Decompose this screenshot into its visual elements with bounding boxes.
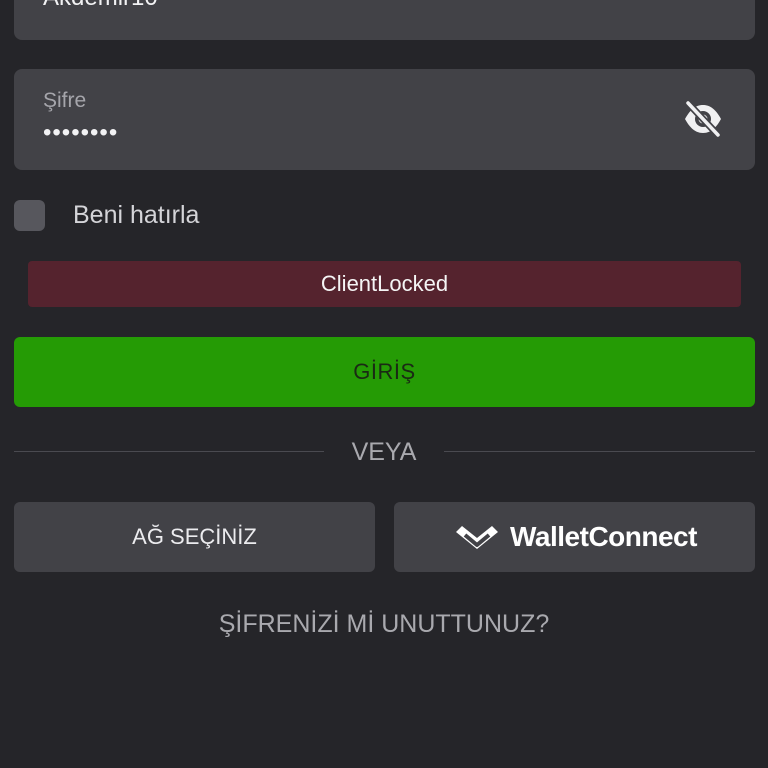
error-banner: ClientLocked: [28, 261, 741, 307]
remember-checkbox[interactable]: [14, 199, 45, 231]
select-network-label: AĞ SEÇİNİZ: [132, 524, 257, 549]
login-button[interactable]: GİRİŞ: [14, 337, 755, 407]
walletconnect-icon: [456, 526, 499, 549]
divider-label: VEYA: [351, 438, 417, 466]
password-field[interactable]: Şifre ••••••••: [14, 69, 755, 170]
password-value: ••••••••: [43, 119, 119, 146]
eye-slash-icon[interactable]: [683, 99, 723, 139]
remember-me[interactable]: Beni hatırla: [14, 199, 199, 231]
password-label: Şifre: [43, 89, 87, 112]
login-button-label: GİRİŞ: [353, 359, 416, 384]
divider-line-left: [14, 451, 324, 452]
walletconnect-button[interactable]: WalletConnect: [394, 502, 755, 572]
divider-line-right: [444, 451, 755, 452]
username-field[interactable]: Akdemir10: [14, 0, 755, 40]
username-value: Akdemir10: [43, 0, 158, 13]
select-network-button[interactable]: AĞ SEÇİNİZ: [14, 502, 375, 572]
login-screen: Akdemir10 Şifre •••••••• Beni hatırla Cl…: [0, 0, 768, 768]
error-message: ClientLocked: [320, 271, 449, 296]
walletconnect-logo: WalletConnect: [452, 521, 697, 553]
walletconnect-label: WalletConnect: [510, 521, 697, 552]
remember-label: Beni hatırla: [73, 200, 200, 229]
forgot-password-link[interactable]: ŞİFRENİZİ Mİ UNUTTUNUZ?: [0, 610, 768, 639]
